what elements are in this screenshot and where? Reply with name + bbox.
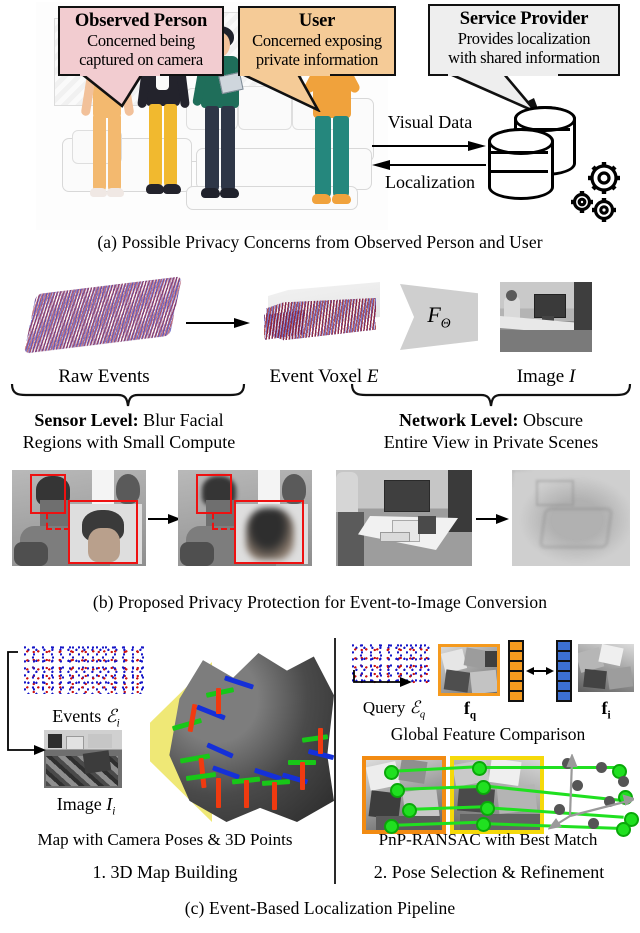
bubble-user-title: User	[298, 11, 336, 31]
query-label: Query ℰq	[348, 698, 440, 720]
sensor-level-bold: Sensor Level:	[34, 410, 139, 430]
panel-c-caption: (c) Event-Based Localization Pipeline	[184, 898, 456, 918]
sensor-after-connector-v	[212, 514, 214, 528]
sensor-before-zoom-box	[68, 500, 138, 564]
sensor-level-heading: Sensor Level: Blur Facial	[6, 410, 252, 431]
feature-query-subscript: q	[469, 709, 477, 722]
sensor-level-rest: Blur Facial	[138, 410, 224, 430]
feature-db-label: fi	[584, 698, 628, 722]
panel-b: Raw Events Event Voxel E FΘ Image I Sens…	[0, 262, 640, 612]
pose-3d-points	[548, 754, 634, 838]
sensor-after-face-box	[196, 474, 232, 514]
network-symbol-F: F	[427, 302, 441, 327]
bubble-user-tail	[240, 72, 330, 112]
step-2-label: 2. Pose Selection & Refinement	[373, 862, 605, 882]
global-feature-comparison-caption: Global Feature Comparison	[390, 724, 586, 744]
sensor-before-face-box	[30, 474, 66, 514]
db-feature-vector	[556, 640, 572, 702]
pnp-ransac-caption: PnP-RANSAC with Best Match	[378, 830, 598, 849]
image-label-left-text: Image	[56, 794, 102, 814]
query-symbol: ℰ	[409, 698, 420, 717]
image-label-left: Image Ii	[20, 794, 152, 818]
panel-b-caption: (b) Proposed Privacy Protection for Even…	[92, 592, 548, 612]
reconstructed-image-thumb	[500, 282, 592, 352]
sensor-before-connector-h	[46, 528, 70, 530]
feature-db-subscript: i	[607, 709, 611, 722]
gears-icon	[566, 158, 632, 224]
bubble-user-line2: private information	[255, 49, 379, 69]
arrow-sensor-before-to-after	[148, 514, 182, 524]
feature-query-label: fq	[444, 698, 496, 722]
map-caption-left: Map with Camera Poses & 3D Points	[37, 830, 293, 849]
query-label-text: Query	[362, 698, 406, 717]
network-after-image	[512, 470, 630, 566]
events-symbol: ℰ	[105, 706, 117, 726]
network-level-bold: Network Level:	[399, 410, 519, 430]
events-to-image-bracket	[7, 651, 46, 755]
panel-c: Events ℰi Image Ii Map with Camera Poses…	[0, 632, 640, 933]
flow-label-localization: Localization	[385, 172, 475, 192]
bubble-service-provider-line1: Provides localization	[457, 29, 591, 49]
bubble-observed-person-tail	[80, 72, 160, 108]
map-image-thumb	[44, 730, 122, 788]
figure-root: Observed Person Concerned being captured…	[0, 0, 640, 933]
query-image-thumb	[438, 644, 500, 696]
events-label-text: Events	[52, 706, 102, 726]
bubble-observed-person: Observed Person Concerned being captured…	[58, 6, 224, 76]
feature-compare-arrow	[526, 666, 554, 676]
raw-events-visual	[23, 276, 183, 354]
query-to-image-arrow	[353, 670, 412, 687]
query-feature-vector	[508, 640, 524, 702]
arrow-raw-to-voxel	[186, 318, 252, 328]
bubble-observed-person-title: Observed Person	[74, 11, 208, 31]
step-1-label: 1. 3D Map Building	[92, 862, 238, 882]
brace-sensor-level	[10, 383, 246, 407]
network-symbol-label: FΘ	[400, 302, 478, 331]
arrow-forward	[372, 141, 488, 151]
network-before-image	[336, 470, 472, 566]
bubble-user: User Concerned exposing private informat…	[238, 6, 396, 76]
event-voxel-visual	[252, 280, 392, 354]
bubble-observed-person-line1: Concerned being	[87, 31, 195, 51]
network-level-line2: Entire View in Private Scenes	[383, 432, 599, 452]
bubble-observed-person-line2: captured on camera	[79, 49, 203, 69]
network-level-rest: Obscure	[518, 410, 583, 430]
bubble-user-line1: Concerned exposing	[252, 31, 382, 51]
image-subscript-left: i	[112, 805, 116, 818]
sensor-level-line2: Regions with Small Compute	[22, 432, 236, 452]
bubble-service-provider: Service Provider Provides localization w…	[428, 4, 620, 76]
query-subscript: q	[419, 709, 426, 721]
camera-pose-axes	[150, 652, 340, 830]
arrow-network-before-to-after	[476, 514, 510, 524]
events-subscript: i	[116, 717, 120, 730]
bubble-service-provider-line2: with shared information	[448, 47, 600, 67]
arrow-backward	[372, 160, 488, 170]
sensor-after-connector-h	[212, 528, 236, 530]
sensor-after-zoom-box	[234, 500, 304, 564]
bubble-service-provider-title: Service Provider	[459, 9, 589, 29]
network-symbol-theta: Θ	[440, 315, 451, 331]
sensor-before-connector-v	[46, 514, 48, 528]
network-level-heading: Network Level: Obscure	[344, 410, 638, 431]
flow-label-visual-data: Visual Data	[387, 112, 473, 132]
db-image-thumb	[578, 644, 634, 692]
panel-a: Observed Person Concerned being captured…	[0, 0, 640, 252]
panel-a-caption: (a) Possible Privacy Concerns from Obser…	[97, 232, 543, 252]
brace-network-level	[350, 383, 632, 407]
